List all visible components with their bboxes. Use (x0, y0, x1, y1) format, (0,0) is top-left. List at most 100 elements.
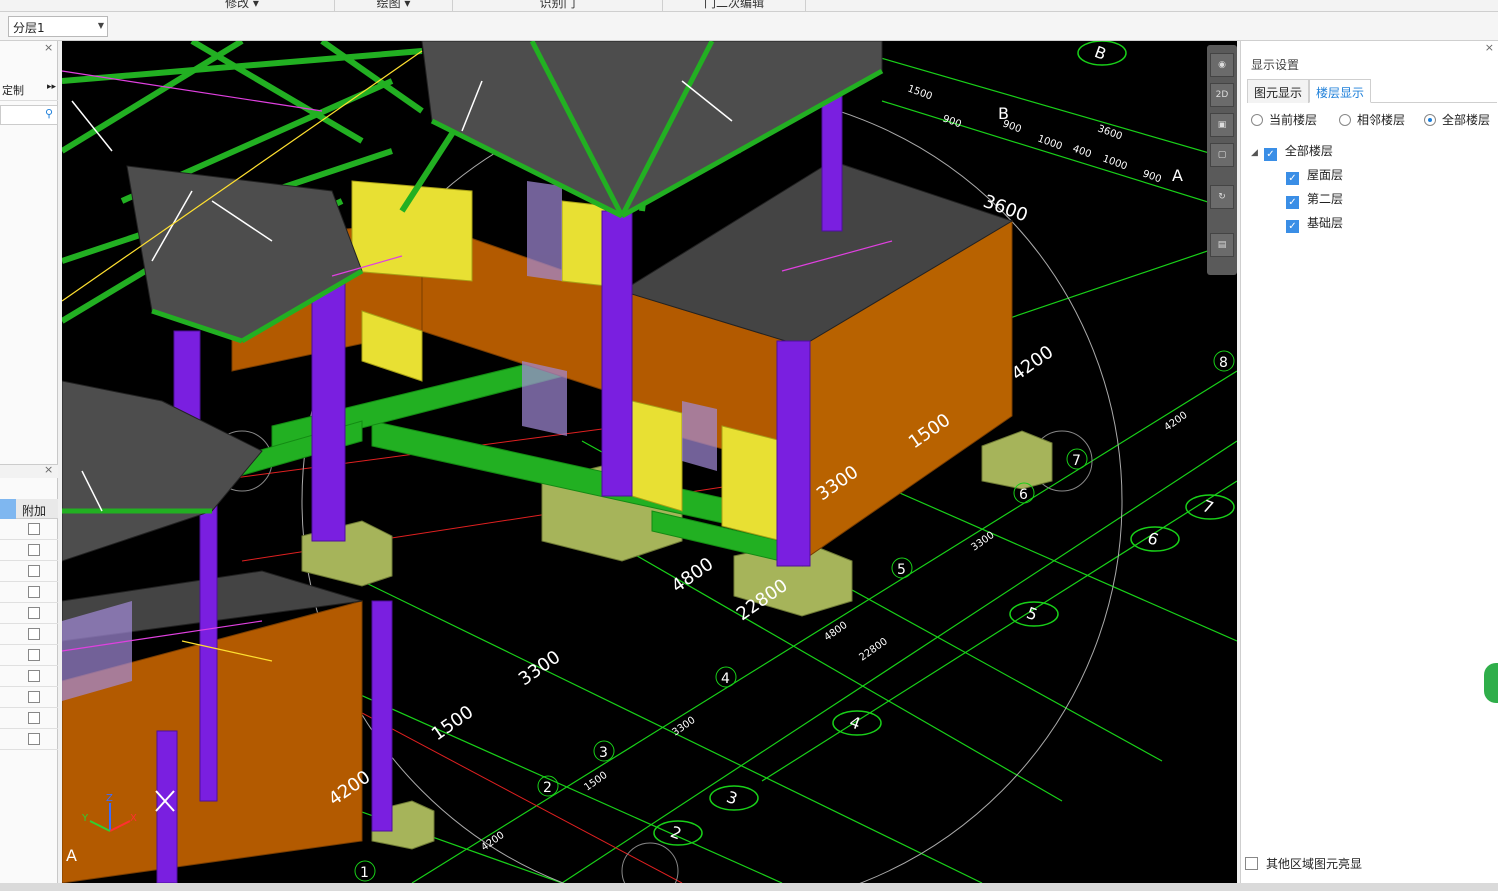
status-bar (0, 883, 1498, 891)
table-row[interactable] (0, 645, 58, 666)
close-icon[interactable]: × (44, 463, 53, 476)
display-settings-panel: × 显示设置 图元显示 楼层显示 当前楼层 相邻楼层 全部楼层 ◢ ✓ 全部楼层 ✓… (1240, 41, 1498, 883)
axis-bubble-5: 5 (897, 562, 906, 578)
other-area-highlight-option[interactable]: 其他区域图元亮显 (1245, 855, 1362, 872)
axis-label-A-bottom: A (66, 846, 77, 865)
axis-oval-label: 5 (1024, 603, 1040, 624)
tree-root-all-floors[interactable]: ◢ ✓ 全部楼层 (1251, 141, 1491, 165)
tree-item-label: 第二层 (1307, 192, 1344, 206)
tree-item-roof[interactable]: ✓ 屋面层 (1251, 165, 1491, 189)
axis-label-A: A (1172, 166, 1183, 185)
table-row[interactable] (0, 729, 58, 750)
axis-label-B: B (998, 104, 1009, 123)
table-row[interactable] (0, 708, 58, 729)
rotate-icon[interactable]: ↻ (1210, 185, 1234, 209)
left-panel-header: 定制 ▸▸ (0, 79, 58, 101)
menu-tab-modify[interactable]: 修改 ▾ (150, 0, 335, 12)
axis-oval-label: 2 (668, 822, 684, 843)
small-dim-label: 22800 (857, 636, 889, 663)
axis-bubble-4: 4 (721, 671, 730, 687)
axis-bubble-6: 6 (1019, 487, 1028, 503)
checkbox-unchecked-icon[interactable] (28, 544, 40, 556)
checkbox-checked-icon[interactable]: ✓ (1263, 148, 1277, 161)
checkbox-checked-icon[interactable]: ✓ (1286, 196, 1299, 209)
view-2d-button[interactable]: 2D (1210, 83, 1234, 107)
3d-viewport[interactable]: 3600 4200 1500 3300 4800 22800 3300 1500… (62, 41, 1237, 883)
layer-select-value: 分层1 (13, 21, 45, 35)
radio-adjacent-floor[interactable]: 相邻楼层 (1339, 111, 1405, 128)
menu-tab-label: 绘图 (376, 0, 401, 10)
checkbox-checked-icon[interactable]: ✓ (1286, 220, 1299, 233)
checkbox-unchecked-icon[interactable] (28, 691, 40, 703)
view-toolbar: ◉ 2D ▣ ▢ ↻ ▤ (1207, 45, 1237, 275)
chevron-right-icon[interactable]: ▸▸ (47, 82, 56, 92)
checkbox-unchecked-icon[interactable] (28, 565, 40, 577)
radio-dot (1424, 114, 1436, 126)
menu-tab-draw[interactable]: 绘图 ▾ (335, 0, 453, 12)
orbit-handle-bottom[interactable] (621, 842, 679, 883)
table-row[interactable] (0, 603, 58, 624)
tab-element-display[interactable]: 图元显示 (1247, 79, 1310, 103)
small-dim-label: 4800 (822, 620, 849, 644)
radio-label: 相邻楼层 (1357, 113, 1406, 127)
table-row[interactable] (0, 540, 58, 561)
panel-tabs: 图元显示 楼层显示 (1247, 79, 1497, 103)
radio-dot (1251, 114, 1263, 126)
axis-bubble-2: 2 (543, 780, 552, 796)
axis-y-glyph: Y (81, 813, 89, 824)
dim-label-4200: 4200 (1008, 342, 1058, 385)
left-search-input[interactable]: ⚲ (0, 105, 58, 125)
tree-item-second-floor[interactable]: ✓ 第二层 (1251, 189, 1491, 213)
small-dim-label: 4200 (1162, 410, 1189, 434)
axis-bubble-3: 3 (599, 745, 608, 761)
radio-label: 当前楼层 (1269, 113, 1318, 127)
table-row[interactable] (0, 582, 58, 603)
close-icon[interactable]: × (44, 41, 53, 54)
axis-bubble-8: 8 (1219, 355, 1228, 371)
table-row[interactable] (0, 624, 58, 645)
checkbox-unchecked-icon[interactable] (28, 712, 40, 724)
checkbox-unchecked-icon[interactable] (28, 628, 40, 640)
close-icon[interactable]: × (1485, 41, 1494, 54)
small-dim-label: 3600 (1096, 123, 1124, 142)
radio-current-floor[interactable]: 当前楼层 (1251, 111, 1317, 128)
tree-item-foundation[interactable]: ✓ 基础层 (1251, 213, 1491, 237)
small-dim-label: 900 (941, 113, 963, 130)
side-floating-button[interactable] (1484, 663, 1498, 703)
left-subpanel-header: × (0, 463, 58, 478)
layout-icon[interactable]: ▤ (1210, 233, 1234, 257)
checkbox-unchecked-icon[interactable] (28, 649, 40, 661)
tree-item-label: 屋面层 (1307, 168, 1344, 182)
checkbox-unchecked-icon[interactable] (28, 670, 40, 682)
checkbox-unchecked-icon[interactable] (28, 586, 40, 598)
axis-oval-label: 6 (1145, 528, 1161, 549)
menu-tab-door-edit[interactable]: 门二次编辑 (663, 0, 806, 12)
box-view-icon[interactable]: ▢ (1210, 143, 1234, 167)
table-row[interactable] (0, 561, 58, 582)
checkbox-unchecked-icon[interactable] (28, 607, 40, 619)
model-canvas[interactable]: 3600 4200 1500 3300 4800 22800 3300 1500… (62, 41, 1237, 883)
view-cube-icon[interactable]: ▣ (1210, 113, 1234, 137)
table-row[interactable] (0, 666, 58, 687)
table-row[interactable] (0, 687, 58, 708)
left-dock-panel: × 定制 ▸▸ ⚲ × 附加 (0, 41, 58, 883)
dim-label-1500-b: 1500 (428, 702, 478, 745)
small-dim-label: 3300 (670, 715, 697, 739)
checkbox-checked-icon[interactable]: ✓ (1286, 172, 1299, 185)
tab-floor-display[interactable]: 楼层显示 (1309, 79, 1372, 103)
search-icon[interactable]: ⚲ (45, 107, 53, 120)
checkbox-unchecked-icon[interactable] (28, 523, 40, 535)
tree-collapse-icon[interactable]: ◢ (1251, 148, 1258, 158)
radio-all-floors[interactable]: 全部楼层 (1424, 111, 1490, 128)
table-row[interactable] (0, 519, 58, 540)
axis-bubble-7: 7 (1072, 453, 1081, 469)
menu-tab-recognize-door[interactable]: 识别门 (453, 0, 663, 12)
layer-select[interactable]: 分层1 ▼ (8, 16, 108, 37)
checkbox-unchecked-icon[interactable] (1245, 857, 1258, 870)
tab-label: 楼层显示 (1316, 86, 1365, 100)
axis-oval-label: 3 (724, 787, 740, 808)
axis-bubble-1: 1 (360, 865, 369, 881)
orbit-icon[interactable]: ◉ (1210, 53, 1234, 77)
checkbox-unchecked-icon[interactable] (28, 733, 40, 745)
header-selected-cell (0, 499, 16, 519)
